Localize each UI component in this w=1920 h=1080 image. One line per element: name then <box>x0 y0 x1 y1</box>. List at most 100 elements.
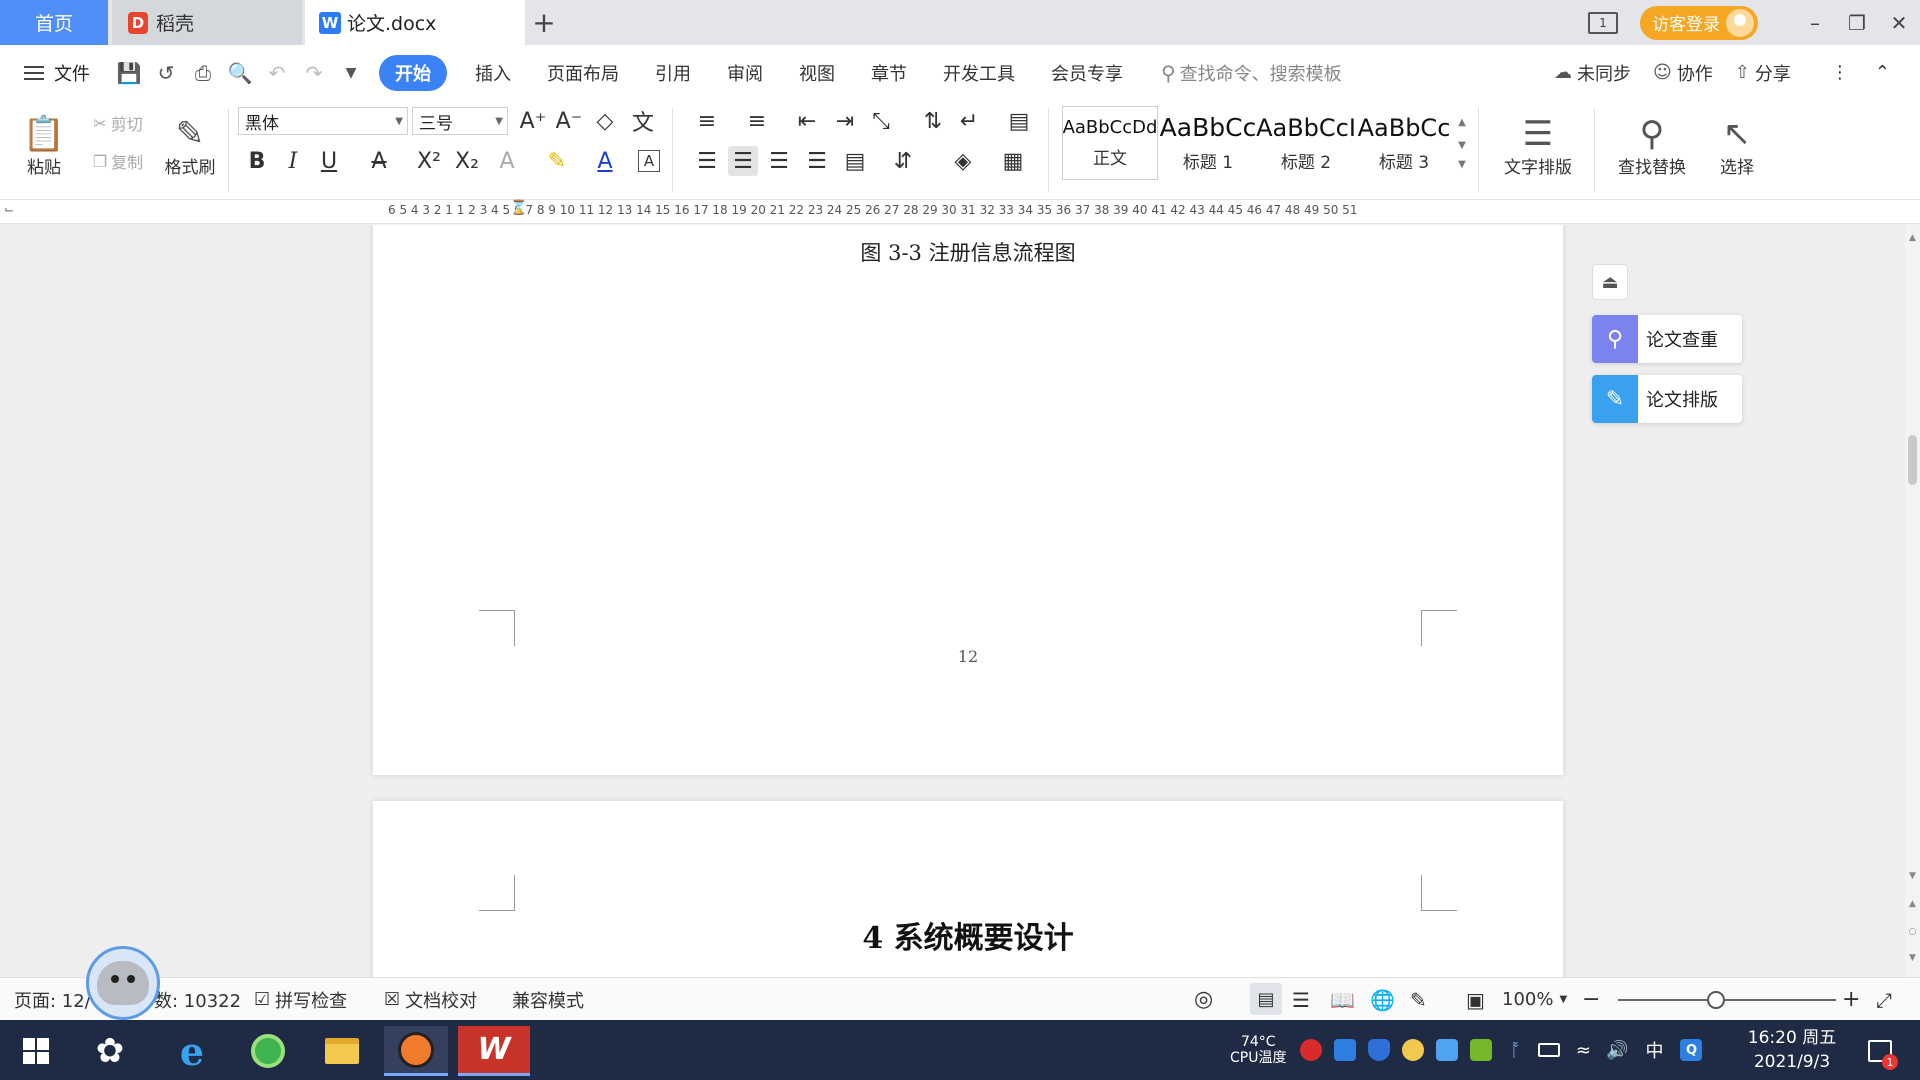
word-count[interactable]: 数: 10322 <box>154 978 241 1021</box>
grow-font-icon[interactable]: A⁺ <box>518 106 548 136</box>
decrease-indent-icon[interactable]: ⇤ <box>792 106 822 136</box>
file-menu[interactable]: 文件 <box>24 60 90 86</box>
vertical-scrollbar[interactable]: ▲ ▼ ▲ ○ ▼ <box>1905 225 1920 977</box>
text-layout-button[interactable]: ☰ 文字排版 <box>1490 106 1586 186</box>
strikethrough-icon[interactable]: A <box>364 146 394 176</box>
zoom-out-icon[interactable]: − <box>1582 978 1600 1021</box>
italic-icon[interactable]: I <box>278 146 308 176</box>
chinese-layout-icon[interactable]: ⤡ <box>866 106 896 136</box>
taskbar-app-fan-icon[interactable]: ✿ <box>78 1026 142 1076</box>
fullscreen-icon[interactable]: ⤢ <box>1876 978 1892 1021</box>
bold-icon[interactable]: B <box>242 146 272 176</box>
superscript-icon[interactable]: X² <box>414 146 444 176</box>
tab-view[interactable]: 视图 <box>781 55 853 91</box>
document-page[interactable]: 图 3-3 注册信息流程图 12 <box>373 225 1563 775</box>
taskbar-explorer-icon[interactable] <box>310 1026 374 1076</box>
save-icon[interactable]: 💾 <box>112 56 146 90</box>
tab-home-ribbon[interactable]: 开始 <box>379 54 447 91</box>
tab-home[interactable]: 首页 <box>0 0 108 45</box>
close-icon[interactable]: ✕ <box>1878 0 1920 45</box>
volume-icon[interactable]: 🔊 <box>1606 1039 1628 1061</box>
text-effect-icon[interactable]: A <box>492 146 522 176</box>
tray-app-icon[interactable] <box>1402 1039 1425 1061</box>
copy-button[interactable]: ❐ 复制 <box>82 148 154 174</box>
wifi-icon[interactable]: ≈ <box>1572 1039 1594 1061</box>
outline-view-icon[interactable]: ☰ <box>1292 978 1310 1021</box>
align-center-icon[interactable]: ☰ <box>728 146 758 176</box>
document-page[interactable]: 4 系统概要设计 <box>373 801 1563 977</box>
paper-check-button[interactable]: ⚲ 论文查重 <box>1592 315 1742 363</box>
new-tab-button[interactable]: + <box>530 6 558 39</box>
shield-icon[interactable] <box>1368 1039 1391 1061</box>
minimize-icon[interactable]: – <box>1794 0 1836 45</box>
select-browse-object-icon[interactable]: ○ <box>1907 925 1918 939</box>
zoom-slider-handle[interactable] <box>1707 991 1725 1009</box>
taskbar-app-ninja-icon[interactable] <box>384 1026 448 1076</box>
ruler-tab-marker-icon[interactable]: ⌙ <box>4 202 14 216</box>
paper-layout-button[interactable]: ✎ 论文排版 <box>1592 375 1742 423</box>
prev-page-icon[interactable]: ▲ <box>1907 897 1918 911</box>
font-name-select[interactable]: 黑体 ▼ <box>238 107 408 135</box>
zoom-in-icon[interactable]: + <box>1842 978 1860 1021</box>
bullet-list-icon[interactable]: ≡ <box>692 106 722 136</box>
zoom-level-select[interactable]: 100% ▼ <box>1502 978 1567 1021</box>
restore-icon[interactable]: ❐ <box>1836 0 1878 45</box>
tab-review[interactable]: 审阅 <box>709 55 781 91</box>
increase-indent-icon[interactable]: ⇥ <box>830 106 860 136</box>
shrink-font-icon[interactable]: A⁻ <box>554 106 584 136</box>
undo-icon[interactable]: ↶ <box>260 56 294 90</box>
window-switch-icon[interactable]: 1 <box>1588 11 1618 34</box>
assistant-mascot[interactable] <box>86 946 160 1020</box>
spell-check-button[interactable]: ☑ 拼写检查 <box>254 978 347 1021</box>
collapse-ribbon-icon[interactable]: ⌃ <box>1875 62 1890 83</box>
numbered-list-icon[interactable]: ≡ <box>742 106 772 136</box>
borders-icon[interactable]: ▦ <box>998 146 1028 176</box>
tab-developer[interactable]: 开发工具 <box>925 55 1033 91</box>
line-spacing-icon[interactable]: ⇵ <box>888 146 918 176</box>
cpu-temp-widget[interactable]: 74°C CPU温度 <box>1230 1034 1286 1066</box>
sync-button[interactable]: ☁ 未同步 <box>1554 60 1631 86</box>
command-search[interactable]: ⚲ 查找命令、搜索模板 <box>1161 60 1342 86</box>
tab-docer[interactable]: D 稻壳 <box>112 0 302 45</box>
write-view-icon[interactable]: ✎ <box>1410 978 1427 1021</box>
align-left-icon[interactable]: ☰ <box>692 146 722 176</box>
nvidia-icon[interactable] <box>1470 1039 1493 1061</box>
start-button[interactable] <box>4 1026 68 1076</box>
horizontal-ruler[interactable]: ⌙ 6 5 4 3 2 1 1 2 3 4 5 6 7 8 9 10 11 12… <box>0 200 1920 224</box>
tab-references[interactable]: 引用 <box>637 55 709 91</box>
collab-button[interactable]: ☺ 协作 <box>1653 60 1713 86</box>
tray-app-icon[interactable] <box>1436 1039 1459 1061</box>
battery-icon[interactable] <box>1538 1043 1561 1057</box>
taskbar-browser-icon[interactable] <box>236 1026 300 1076</box>
taskbar-ie-icon[interactable]: e <box>160 1026 224 1076</box>
print-icon[interactable]: ⎙ <box>186 56 220 90</box>
style-heading-3[interactable]: AaBbCc 标题 3 <box>1356 106 1452 180</box>
page-view-icon[interactable]: ▤ <box>1250 983 1282 1015</box>
highlight-icon[interactable]: ✎ <box>542 146 572 176</box>
more-icon[interactable]: ⋮ <box>1831 62 1849 83</box>
shading-icon[interactable]: ◈ <box>948 146 978 176</box>
clear-format-icon[interactable]: ◇ <box>590 106 620 136</box>
align-right-icon[interactable]: ☰ <box>764 146 794 176</box>
qq-icon[interactable]: Q <box>1680 1039 1703 1061</box>
eye-protection-icon[interactable]: ◎ <box>1194 978 1213 1021</box>
style-heading-1[interactable]: AaBbCc 标题 1 <box>1160 106 1257 180</box>
notification-center-icon[interactable]: 1 <box>1850 1026 1910 1076</box>
scroll-up-icon[interactable]: ▲ <box>1907 231 1918 245</box>
indent-marker-icon[interactable]: ⌛ <box>510 200 527 216</box>
zoom-slider-track[interactable] <box>1618 999 1836 1001</box>
tray-app-icon[interactable] <box>1300 1039 1323 1061</box>
fit-page-icon[interactable]: ▣ <box>1466 978 1485 1021</box>
next-page-icon[interactable]: ▼ <box>1907 951 1918 965</box>
phonetic-guide-icon[interactable]: 文 <box>628 106 658 136</box>
style-heading-2[interactable]: AaBbCcI 标题 2 <box>1256 106 1356 180</box>
font-size-select[interactable]: 三号 ▼ <box>412 107 508 135</box>
share-button[interactable]: ⇧ 分享 <box>1735 60 1791 86</box>
reading-view-icon[interactable]: 📖 <box>1330 978 1355 1021</box>
show-marks-icon[interactable]: ↵ <box>954 106 984 136</box>
sort-icon[interactable]: ⇅ <box>918 106 948 136</box>
tab-document[interactable]: W 论文.docx <box>305 0 525 45</box>
select-button[interactable]: ↖ 选择 <box>1702 106 1772 186</box>
style-normal[interactable]: AaBbCcDd 正文 <box>1062 106 1158 180</box>
style-gallery-scroll[interactable]: ▲ ▼ ▼ <box>1454 106 1470 180</box>
